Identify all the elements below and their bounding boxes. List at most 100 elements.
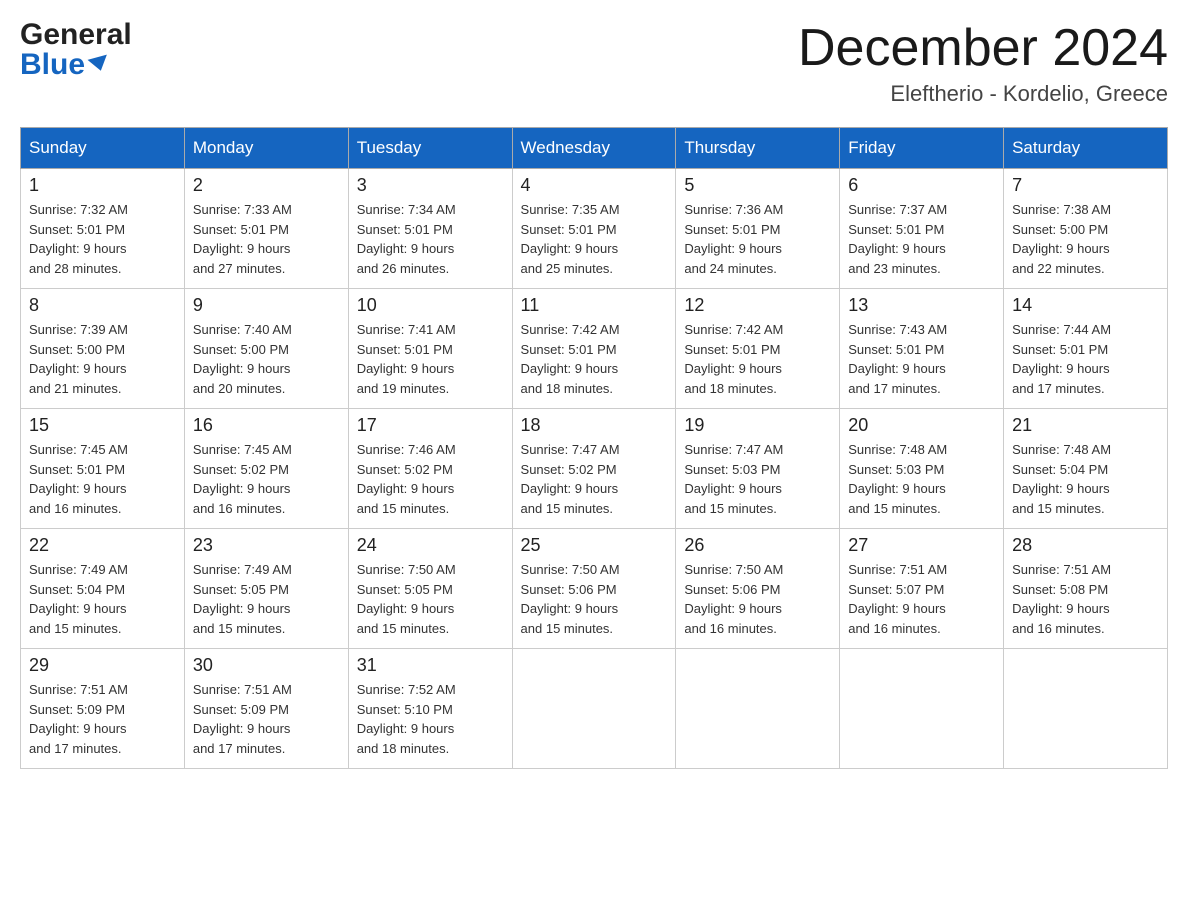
day-number: 12	[684, 295, 831, 316]
table-row: 10 Sunrise: 7:41 AMSunset: 5:01 PMDayligh…	[348, 289, 512, 409]
table-row: 14 Sunrise: 7:44 AMSunset: 5:01 PMDayligh…	[1004, 289, 1168, 409]
day-number: 24	[357, 535, 504, 556]
table-row: 8 Sunrise: 7:39 AMSunset: 5:00 PMDaylight…	[21, 289, 185, 409]
table-row: 17Sunrise: 7:46 AMSunset: 5:02 PMDayligh…	[348, 409, 512, 529]
day-number: 30	[193, 655, 340, 676]
day-number: 17	[357, 415, 504, 436]
table-row: 7Sunrise: 7:38 AMSunset: 5:00 PMDaylight…	[1004, 169, 1168, 289]
day-number: 16	[193, 415, 340, 436]
day-number: 28	[1012, 535, 1159, 556]
calendar-week-row: 29 Sunrise: 7:51 AMSunset: 5:09 PMDayligh…	[21, 649, 1168, 769]
day-info: Sunrise: 7:51 AMSunset: 5:07 PMDaylight:…	[848, 560, 995, 638]
table-row: 12 Sunrise: 7:42 AMSunset: 5:01 PMDayligh…	[676, 289, 840, 409]
table-row: 9 Sunrise: 7:40 AMSunset: 5:00 PMDaylight…	[184, 289, 348, 409]
calendar-week-row: 15 Sunrise: 7:45 AMSunset: 5:01 PMDayligh…	[21, 409, 1168, 529]
day-number: 1	[29, 175, 176, 196]
day-info: Sunrise: 7:50 AMSunset: 5:06 PMDaylight:…	[521, 560, 668, 638]
day-info: Sunrise: 7:41 AMSunset: 5:01 PMDaylight:…	[357, 320, 504, 398]
calendar-week-row: 22 Sunrise: 7:49 AMSunset: 5:04 PMDayligh…	[21, 529, 1168, 649]
table-row: 28 Sunrise: 7:51 AMSunset: 5:08 PMDayligh…	[1004, 529, 1168, 649]
day-info: Sunrise: 7:38 AMSunset: 5:00 PMDaylight:…	[1012, 200, 1159, 278]
day-info: Sunrise: 7:49 AMSunset: 5:04 PMDaylight:…	[29, 560, 176, 638]
day-number: 5	[684, 175, 831, 196]
day-info: Sunrise: 7:33 AMSunset: 5:01 PMDaylight:…	[193, 200, 340, 278]
logo-blue: Blue	[20, 50, 132, 80]
day-number: 21	[1012, 415, 1159, 436]
day-number: 22	[29, 535, 176, 556]
table-row: 30 Sunrise: 7:51 AMSunset: 5:09 PMDayligh…	[184, 649, 348, 769]
day-info: Sunrise: 7:32 AMSunset: 5:01 PMDaylight:…	[29, 200, 176, 278]
day-info: Sunrise: 7:40 AMSunset: 5:00 PMDaylight:…	[193, 320, 340, 398]
day-info: Sunrise: 7:48 AMSunset: 5:03 PMDaylight:…	[848, 440, 995, 518]
day-info: Sunrise: 7:42 AMSunset: 5:01 PMDaylight:…	[684, 320, 831, 398]
day-info: Sunrise: 7:35 AMSunset: 5:01 PMDaylight:…	[521, 200, 668, 278]
month-title: December 2024	[798, 20, 1168, 77]
day-number: 11	[521, 295, 668, 316]
day-number: 10	[357, 295, 504, 316]
day-info: Sunrise: 7:37 AMSunset: 5:01 PMDaylight:…	[848, 200, 995, 278]
col-wednesday: Wednesday	[512, 128, 676, 169]
chevron-down-icon	[88, 55, 111, 74]
day-info: Sunrise: 7:45 AMSunset: 5:01 PMDaylight:…	[29, 440, 176, 518]
table-row: 26 Sunrise: 7:50 AMSunset: 5:06 PMDayligh…	[676, 529, 840, 649]
day-number: 19	[684, 415, 831, 436]
table-row: 15 Sunrise: 7:45 AMSunset: 5:01 PMDayligh…	[21, 409, 185, 529]
day-number: 14	[1012, 295, 1159, 316]
day-info: Sunrise: 7:43 AMSunset: 5:01 PMDaylight:…	[848, 320, 995, 398]
day-number: 31	[357, 655, 504, 676]
day-info: Sunrise: 7:51 AMSunset: 5:08 PMDaylight:…	[1012, 560, 1159, 638]
calendar-header-row: Sunday Monday Tuesday Wednesday Thursday…	[21, 128, 1168, 169]
table-row: 21 Sunrise: 7:48 AMSunset: 5:04 PMDayligh…	[1004, 409, 1168, 529]
day-number: 6	[848, 175, 995, 196]
table-row: 16Sunrise: 7:45 AMSunset: 5:02 PMDayligh…	[184, 409, 348, 529]
table-row	[676, 649, 840, 769]
table-row: 23 Sunrise: 7:49 AMSunset: 5:05 PMDayligh…	[184, 529, 348, 649]
table-row: 6 Sunrise: 7:37 AMSunset: 5:01 PMDaylight…	[840, 169, 1004, 289]
table-row	[840, 649, 1004, 769]
table-row: 18Sunrise: 7:47 AMSunset: 5:02 PMDayligh…	[512, 409, 676, 529]
day-number: 27	[848, 535, 995, 556]
table-row: 13Sunrise: 7:43 AMSunset: 5:01 PMDayligh…	[840, 289, 1004, 409]
logo-general: General	[20, 20, 132, 50]
calendar-week-row: 1 Sunrise: 7:32 AMSunset: 5:01 PMDaylight…	[21, 169, 1168, 289]
day-info: Sunrise: 7:44 AMSunset: 5:01 PMDaylight:…	[1012, 320, 1159, 398]
day-info: Sunrise: 7:39 AMSunset: 5:00 PMDaylight:…	[29, 320, 176, 398]
day-info: Sunrise: 7:51 AMSunset: 5:09 PMDaylight:…	[29, 680, 176, 758]
calendar-week-row: 8 Sunrise: 7:39 AMSunset: 5:00 PMDaylight…	[21, 289, 1168, 409]
day-number: 4	[521, 175, 668, 196]
table-row: 29 Sunrise: 7:51 AMSunset: 5:09 PMDayligh…	[21, 649, 185, 769]
table-row: 2Sunrise: 7:33 AMSunset: 5:01 PMDaylight…	[184, 169, 348, 289]
col-monday: Monday	[184, 128, 348, 169]
table-row: 1 Sunrise: 7:32 AMSunset: 5:01 PMDaylight…	[21, 169, 185, 289]
table-row	[1004, 649, 1168, 769]
day-number: 26	[684, 535, 831, 556]
day-info: Sunrise: 7:48 AMSunset: 5:04 PMDaylight:…	[1012, 440, 1159, 518]
day-number: 15	[29, 415, 176, 436]
day-info: Sunrise: 7:49 AMSunset: 5:05 PMDaylight:…	[193, 560, 340, 638]
location-title: Eleftherio - Kordelio, Greece	[798, 81, 1168, 107]
col-saturday: Saturday	[1004, 128, 1168, 169]
table-row	[512, 649, 676, 769]
logo: General Blue	[20, 20, 132, 80]
page-header: General Blue December 2024 Eleftherio - …	[20, 20, 1168, 107]
day-number: 9	[193, 295, 340, 316]
table-row: 24 Sunrise: 7:50 AMSunset: 5:05 PMDayligh…	[348, 529, 512, 649]
table-row: 22 Sunrise: 7:49 AMSunset: 5:04 PMDayligh…	[21, 529, 185, 649]
day-info: Sunrise: 7:36 AMSunset: 5:01 PMDaylight:…	[684, 200, 831, 278]
day-info: Sunrise: 7:47 AMSunset: 5:03 PMDaylight:…	[684, 440, 831, 518]
day-info: Sunrise: 7:42 AMSunset: 5:01 PMDaylight:…	[521, 320, 668, 398]
table-row: 19 Sunrise: 7:47 AMSunset: 5:03 PMDayligh…	[676, 409, 840, 529]
calendar-table: Sunday Monday Tuesday Wednesday Thursday…	[20, 127, 1168, 769]
day-info: Sunrise: 7:50 AMSunset: 5:05 PMDaylight:…	[357, 560, 504, 638]
day-number: 29	[29, 655, 176, 676]
table-row: 25 Sunrise: 7:50 AMSunset: 5:06 PMDayligh…	[512, 529, 676, 649]
table-row: 3Sunrise: 7:34 AMSunset: 5:01 PMDaylight…	[348, 169, 512, 289]
table-row: 31Sunrise: 7:52 AMSunset: 5:10 PMDayligh…	[348, 649, 512, 769]
day-number: 25	[521, 535, 668, 556]
table-row: 5 Sunrise: 7:36 AMSunset: 5:01 PMDaylight…	[676, 169, 840, 289]
day-info: Sunrise: 7:50 AMSunset: 5:06 PMDaylight:…	[684, 560, 831, 638]
day-info: Sunrise: 7:51 AMSunset: 5:09 PMDaylight:…	[193, 680, 340, 758]
day-number: 23	[193, 535, 340, 556]
title-section: December 2024 Eleftherio - Kordelio, Gre…	[798, 20, 1168, 107]
day-number: 8	[29, 295, 176, 316]
